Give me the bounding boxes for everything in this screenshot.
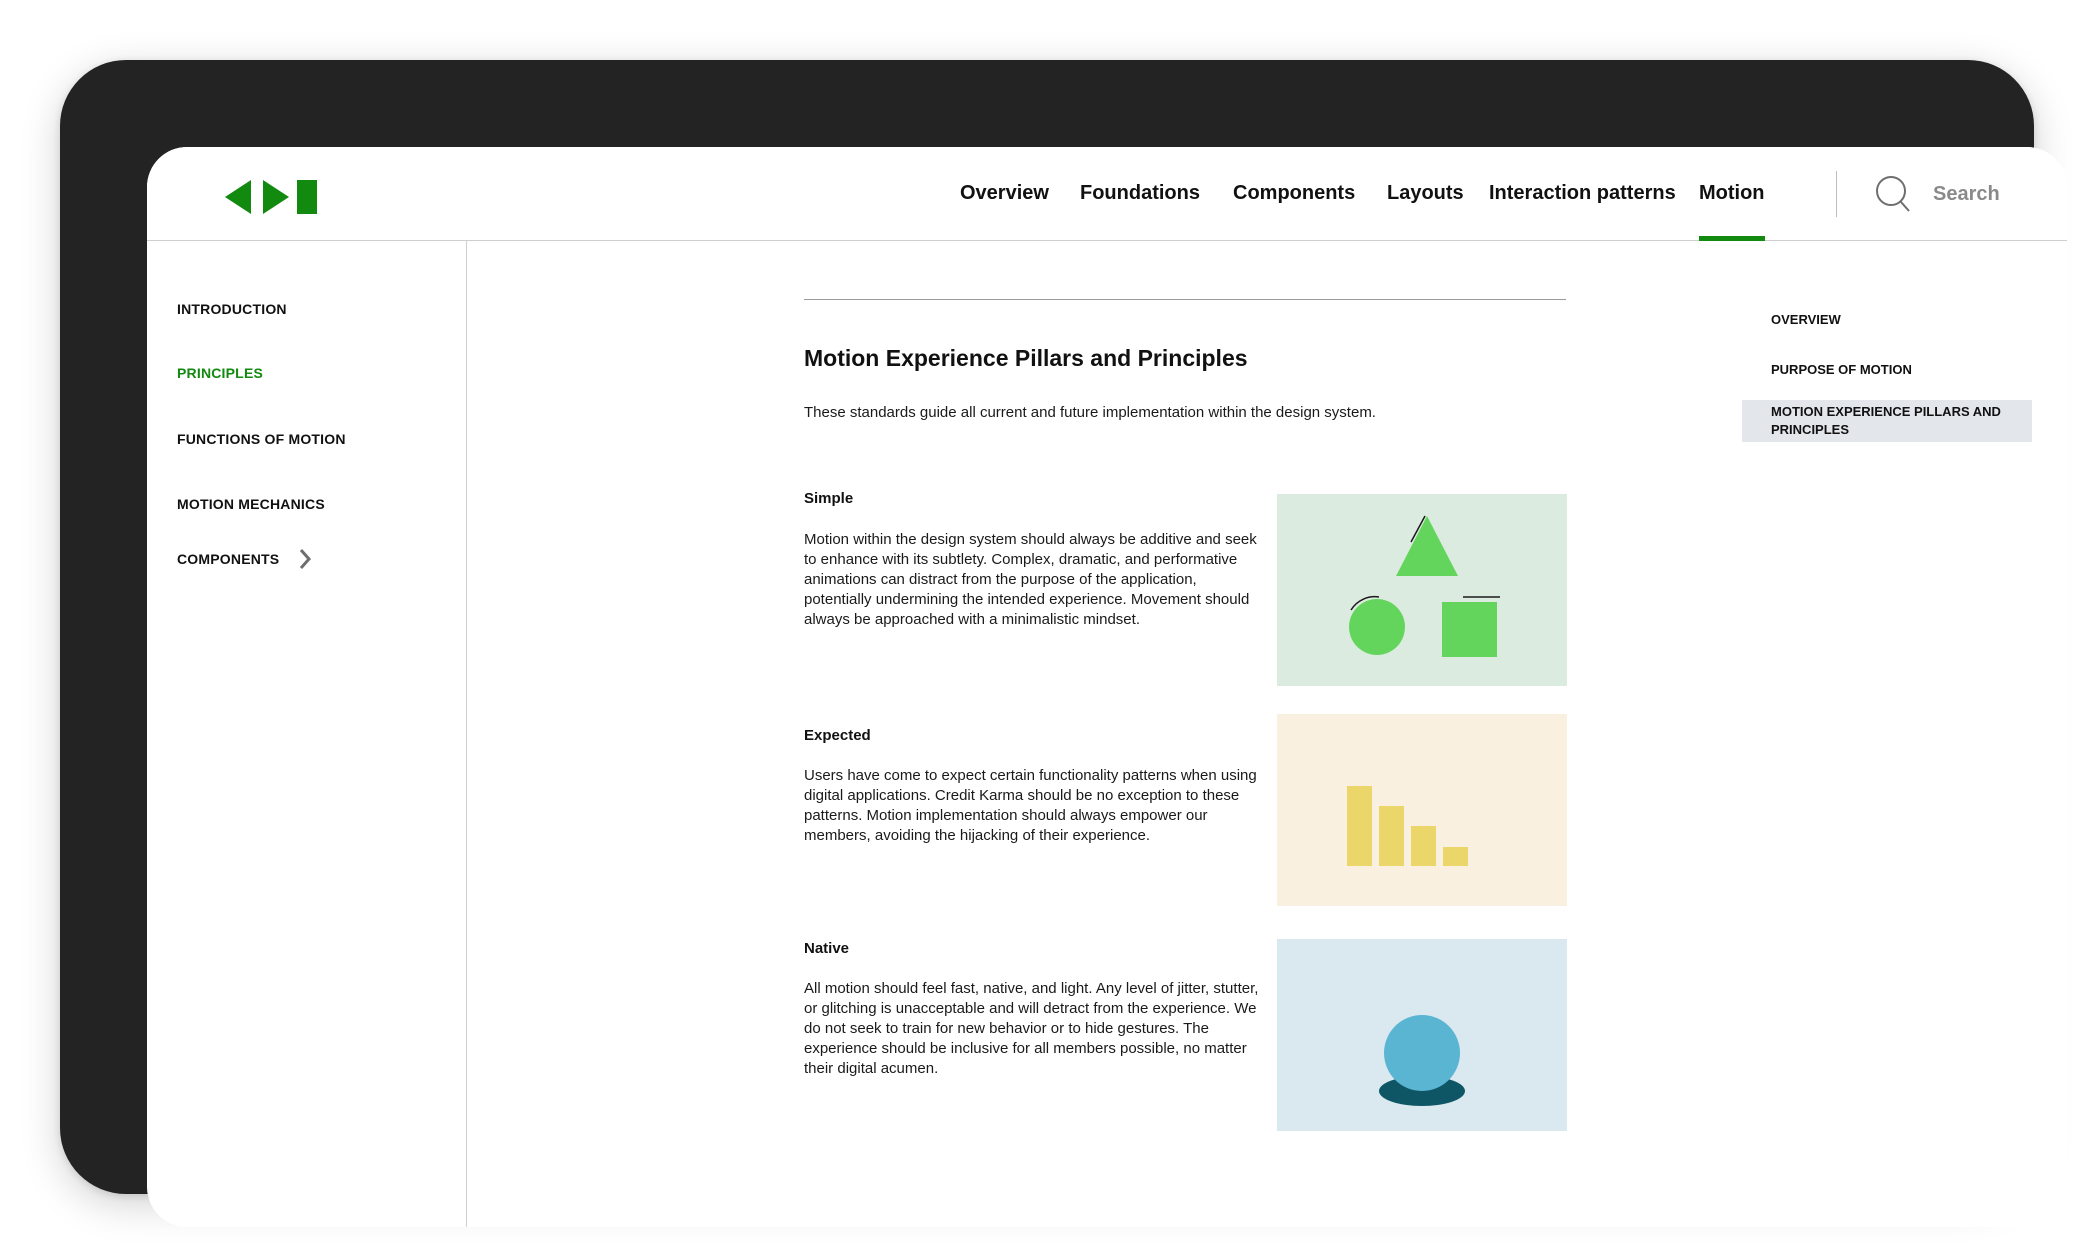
sidebar-item-components-label: COMPONENTS <box>177 551 280 567</box>
bar-1 <box>1347 786 1372 866</box>
sidebar-item-functions-of-motion[interactable]: FUNCTIONS OF MOTION <box>177 431 346 447</box>
section-body-expected: Users have come to expect certain functi… <box>804 767 1257 844</box>
simple-shapes-illustration <box>1277 494 1567 686</box>
toc-item-pillars-and-principles[interactable]: MOTION EXPERIENCE PILLARS AND PRINCIPLES <box>1771 403 2001 439</box>
section-body-simple: Motion within the design system should a… <box>804 531 1257 628</box>
section-body-native: All motion should feel fast, native, and… <box>804 980 1259 1077</box>
square-shape <box>1442 602 1497 657</box>
toc-item-purpose-of-motion[interactable]: PURPOSE OF MOTION <box>1771 361 1912 379</box>
content-divider <box>804 299 1566 300</box>
nav-overview[interactable]: Overview <box>960 147 1049 240</box>
nav-components[interactable]: Components <box>1233 147 1355 240</box>
section-title-simple: Simple <box>804 490 854 507</box>
bar-2 <box>1379 806 1404 866</box>
sidebar-item-introduction[interactable]: INTRODUCTION <box>177 301 287 317</box>
native-ball-illustration <box>1277 939 1567 1131</box>
chevron-right-icon <box>299 549 312 569</box>
expected-illustration-bg <box>1277 714 1567 906</box>
bar-4 <box>1443 847 1468 866</box>
intro-text: These standards guide all current and fu… <box>804 404 1376 421</box>
expected-bars-illustration <box>1277 714 1567 906</box>
toc-item-overview[interactable]: OVERVIEW <box>1771 311 1841 329</box>
nav-foundations[interactable]: Foundations <box>1080 147 1200 240</box>
section-title-native: Native <box>804 940 850 957</box>
sidebar-item-principles[interactable]: PRINCIPLES <box>177 365 263 381</box>
screen: Overview Foundations Components Layouts … <box>147 147 2067 1227</box>
primary-nav: Overview Foundations Components Layouts … <box>147 147 2067 241</box>
nav-motion[interactable]: Motion <box>1699 147 1765 241</box>
sidebar-item-motion-mechanics[interactable]: MOTION MECHANICS <box>177 496 325 512</box>
ball-shape <box>1384 1015 1460 1091</box>
sidebar-item-components[interactable]: COMPONENTS <box>177 549 312 569</box>
circle-shape <box>1349 599 1405 655</box>
page-title: Motion Experience Pillars and Principles <box>804 345 1248 371</box>
left-sidebar: INTRODUCTION PRINCIPLES FUNCTIONS OF MOT… <box>147 241 467 1227</box>
top-navigation-bar: Overview Foundations Components Layouts … <box>147 147 2067 241</box>
nav-interaction-patterns[interactable]: Interaction patterns <box>1489 147 1676 240</box>
nav-divider <box>1836 171 1837 217</box>
nav-layouts[interactable]: Layouts <box>1387 147 1464 240</box>
device-frame: Overview Foundations Components Layouts … <box>60 60 2067 1227</box>
search-icon <box>1876 176 1910 212</box>
search-label: Search <box>1933 183 2000 205</box>
search-button[interactable]: Search <box>1875 173 2035 215</box>
bar-3 <box>1411 826 1436 866</box>
section-title-expected: Expected <box>804 727 871 744</box>
